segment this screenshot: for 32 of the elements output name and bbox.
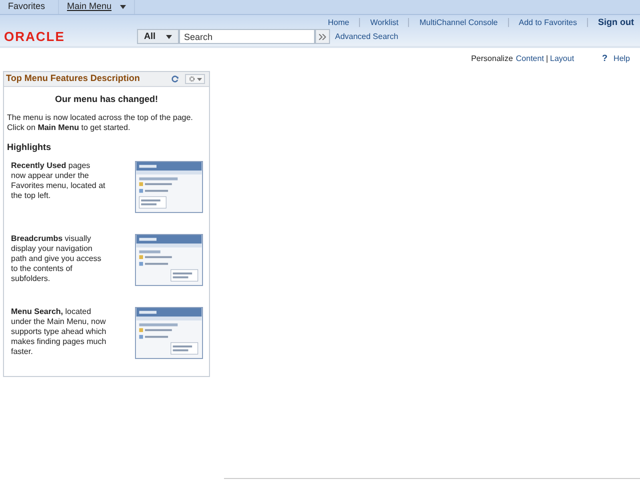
search-go-button[interactable] (315, 29, 330, 44)
nav-link[interactable]: Worklist (370, 16, 398, 29)
highlights-heading: Highlights (7, 142, 52, 152)
settings-dropdown[interactable] (185, 74, 205, 84)
help-icon: ? (602, 52, 608, 66)
double-chevron-icon (319, 34, 326, 40)
pagelet-title: Top Menu Features Description (6, 72, 141, 86)
menu-item[interactable]: Favorites (0, 0, 59, 14)
refresh-icon[interactable] (171, 75, 179, 83)
search-scope-dropdown[interactable]: All (137, 29, 179, 44)
highlight-text: Breadcrumbs visually display your navigation path and give you access to the contents of subfolders. (11, 234, 102, 284)
personalize-label: Personalize (471, 53, 513, 65)
caret-icon (166, 34, 172, 38)
help-link[interactable]: Help (614, 53, 630, 65)
nav-link[interactable]: Sign out (598, 16, 634, 30)
nav-link[interactable]: Home (328, 16, 350, 29)
layout-link[interactable]: Layout (550, 53, 574, 65)
caret-icon (196, 78, 202, 80)
separator: | (546, 53, 548, 65)
caret-icon (120, 5, 126, 9)
menu-item[interactable]: Main Menu (59, 0, 135, 14)
panel-heading: Our menu has changed! (54, 94, 160, 104)
highlight-text: Recently Used pages now appear under the Favorites menu, located at the top left. (11, 161, 106, 201)
oracle-logo: ORACLE (4, 29, 65, 44)
content-link[interactable]: Content (516, 53, 544, 65)
settings-icon (188, 76, 194, 82)
intro-text: The menu is now located across the top of the page. Click on Main Menu to get started. (7, 113, 194, 133)
nav-link[interactable]: Add to Favorites (518, 16, 577, 29)
search-field[interactable]: Search (179, 29, 315, 44)
highlight-text: Menu Search, located under the Main Menu, now supports type ahead which makes finding pages much faster. (11, 307, 107, 357)
nav-link[interactable]: MultiChannel Console (419, 16, 498, 29)
advanced-search-link[interactable]: Advanced Search (335, 30, 398, 42)
